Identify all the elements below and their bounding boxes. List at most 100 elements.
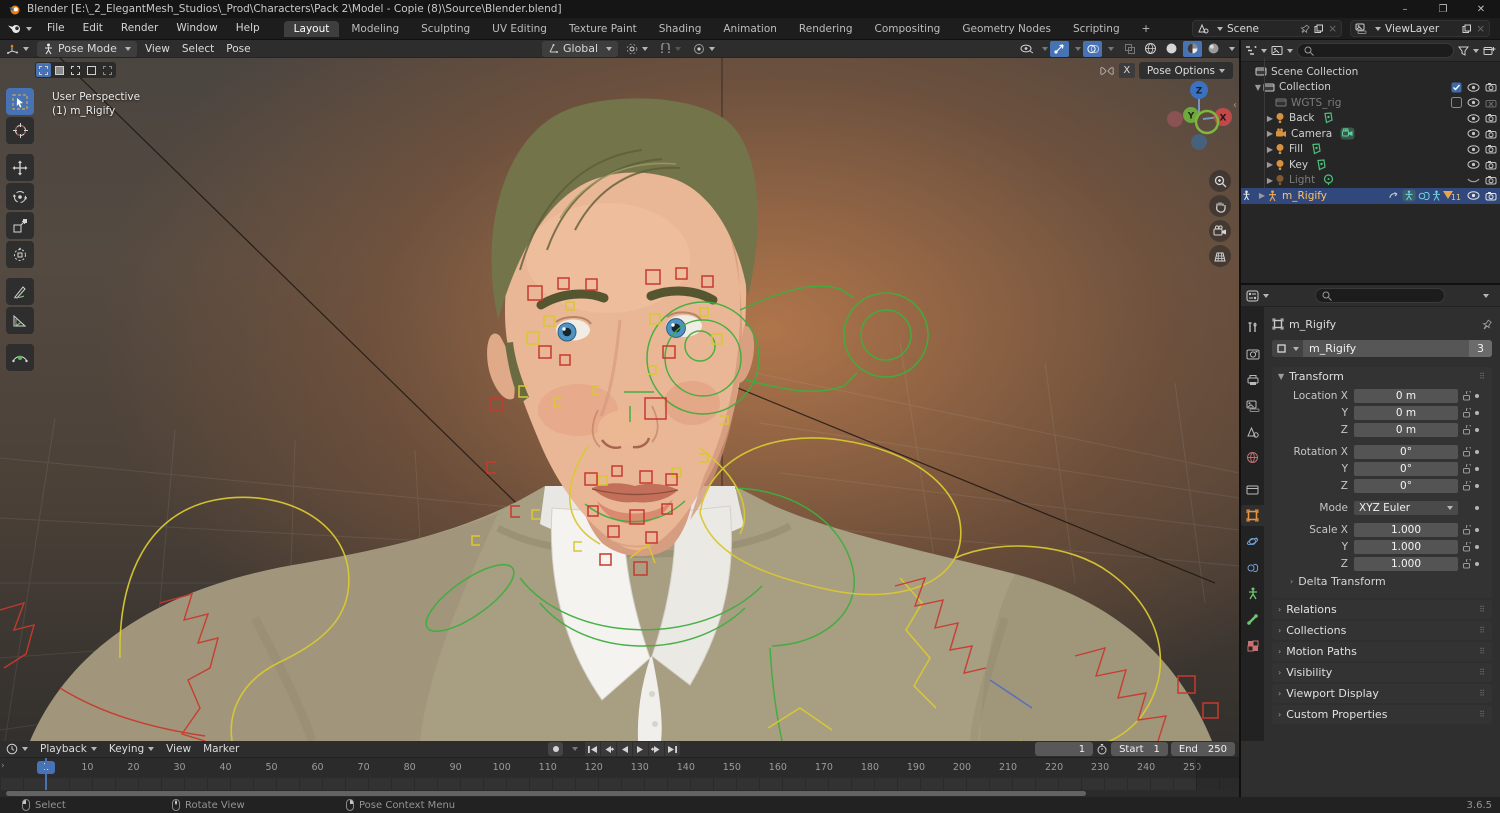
panel-grip[interactable]: ⠿ [1479,689,1486,698]
workspace-tab[interactable]: Shading [649,21,712,37]
rotation-x-input[interactable]: 0° [1354,444,1458,459]
lock-open-icon[interactable] [1462,463,1471,474]
play-reverse-button[interactable] [617,742,632,756]
outliner-row-camera[interactable]: ▶ Camera [1241,126,1500,142]
animate-dot[interactable] [1475,505,1479,510]
tab-output[interactable] [1241,369,1264,390]
timeline-ruler[interactable]: 10 20 30 40 50 60 70 80 90 100 110 120 130 140 150 160 1… [0,758,1239,778]
play-button[interactable] [633,742,648,756]
workspace-tab[interactable]: Geometry Nodes [952,21,1061,37]
pose-breakdowner-tool[interactable] [6,344,34,371]
shading-solid-button[interactable] [1162,41,1181,57]
animate-dot[interactable] [1475,483,1479,488]
collapsed-panel[interactable]: › Motion Paths ⠿ [1272,642,1492,661]
outliner-row-fill[interactable]: ▶ Fill [1241,142,1500,158]
hide-eye-icon[interactable] [1467,129,1480,139]
mirror-x-toggle[interactable]: X [1118,63,1135,78]
properties-options-caret[interactable] [1483,293,1489,298]
lock-open-icon[interactable] [1462,480,1471,491]
workspace-tab[interactable]: Layout [283,20,340,37]
shading-wireframe-button[interactable] [1141,41,1160,57]
animate-dot[interactable] [1475,561,1479,566]
outliner-row-light[interactable]: ▶ Light [1241,173,1500,189]
collapsed-panel[interactable]: › Custom Properties ⠿ [1272,705,1492,724]
lock-open-icon[interactable] [1462,390,1471,401]
properties-editor-type-button[interactable] [1246,290,1269,302]
select-subtract-button[interactable] [68,63,83,77]
scale-y-input[interactable]: 1.000 [1354,539,1458,554]
location-x-input[interactable]: 0 m [1354,388,1458,403]
render-camera-icon[interactable] [1485,82,1497,92]
animate-dot[interactable] [1475,466,1479,471]
playhead[interactable] [45,758,47,790]
render-camera-disabled-icon[interactable] [1485,98,1497,108]
lock-open-icon[interactable] [1462,424,1471,435]
tab-constraints[interactable] [1241,557,1264,578]
auto-key-button[interactable] [548,742,563,756]
panel-grip[interactable]: ⠿ [1479,626,1486,635]
tab-scene[interactable] [1241,421,1264,442]
menu-item[interactable]: Window [167,18,226,39]
shading-rendered-button[interactable] [1204,41,1223,57]
render-camera-icon[interactable] [1485,175,1497,185]
scale-tool[interactable] [6,212,34,239]
render-camera-icon[interactable] [1485,160,1497,170]
exclude-checkbox[interactable] [1451,82,1462,93]
workspace-tab[interactable]: Modeling [341,21,409,37]
overlays-toggle[interactable] [1083,40,1102,57]
new-viewlayer-icon[interactable] [1462,24,1472,34]
scale-x-input[interactable]: 1.000 [1354,522,1458,537]
outliner-search-input[interactable] [1297,43,1454,58]
hide-eye-icon[interactable] [1467,98,1480,108]
tab-collection[interactable] [1241,479,1264,500]
snap-toggle[interactable] [654,40,687,58]
xray-toggle[interactable] [1120,41,1139,57]
tab-texture[interactable] [1241,635,1264,656]
object-name-field[interactable]: m_Rigify 3 [1272,340,1492,357]
next-keyframe-button[interactable] [649,742,664,756]
timeline-expand-arrow[interactable]: › [1,761,5,771]
delta-transform-header[interactable]: › Delta Transform [1276,573,1488,590]
hide-eye-icon[interactable] [1467,113,1480,123]
render-camera-icon[interactable] [1485,113,1497,123]
view-menu[interactable]: View [139,40,176,58]
object-id-chip[interactable] [1272,340,1303,357]
use-preview-range-icon[interactable] [1096,743,1108,755]
prev-keyframe-button[interactable] [601,742,616,756]
menu-item[interactable]: Render [112,18,167,39]
workspace-tab[interactable]: Scripting [1063,21,1130,37]
annotate-tool[interactable] [6,278,34,305]
tab-physics[interactable] [1241,531,1264,552]
workspace-tab[interactable]: Sculpting [411,21,480,37]
outliner-row-scene-collection[interactable]: Scene Collection [1241,64,1500,80]
measure-tool[interactable] [6,307,34,334]
workspace-tab[interactable]: Rendering [789,21,863,37]
tab-armature-data[interactable] [1241,583,1264,604]
start-frame-field[interactable]: Start 1 [1111,742,1168,756]
shading-material-button[interactable] [1183,40,1202,57]
mode-dropdown[interactable]: Pose Mode [37,40,137,57]
render-camera-icon[interactable] [1485,191,1497,201]
viewlayer-selector[interactable]: ViewLayer × [1350,20,1490,37]
pin-icon[interactable] [1481,319,1492,330]
workspace-tab[interactable]: Animation [713,21,787,37]
navigation-gizmo[interactable]: Z Y X [1150,78,1239,178]
panel-grip[interactable]: ⠿ [1479,647,1486,656]
users-count-button[interactable]: 3 [1469,340,1492,357]
new-scene-icon[interactable] [1314,24,1324,34]
tab-tool[interactable] [1241,317,1264,338]
new-collection-button[interactable] [1483,45,1496,57]
hide-eye-closed-icon[interactable] [1467,176,1480,185]
restore-button[interactable]: ❐ [1424,0,1462,18]
zoom-button[interactable] [1209,170,1231,192]
rotation-z-input[interactable]: 0° [1354,478,1458,493]
tab-object[interactable] [1241,505,1264,526]
orientation-dropdown[interactable]: Global [542,40,619,57]
outliner-funnel-filter[interactable] [1458,46,1479,56]
playback-menu[interactable]: Playback [34,740,103,758]
timeline-scrollbar[interactable] [0,790,1239,797]
collapsed-panel[interactable]: › Collections ⠿ [1272,621,1492,640]
collapsed-panel[interactable]: › Viewport Display ⠿ [1272,684,1492,703]
editor-splitter[interactable] [1239,40,1241,741]
jump-to-end-button[interactable] [665,742,680,756]
